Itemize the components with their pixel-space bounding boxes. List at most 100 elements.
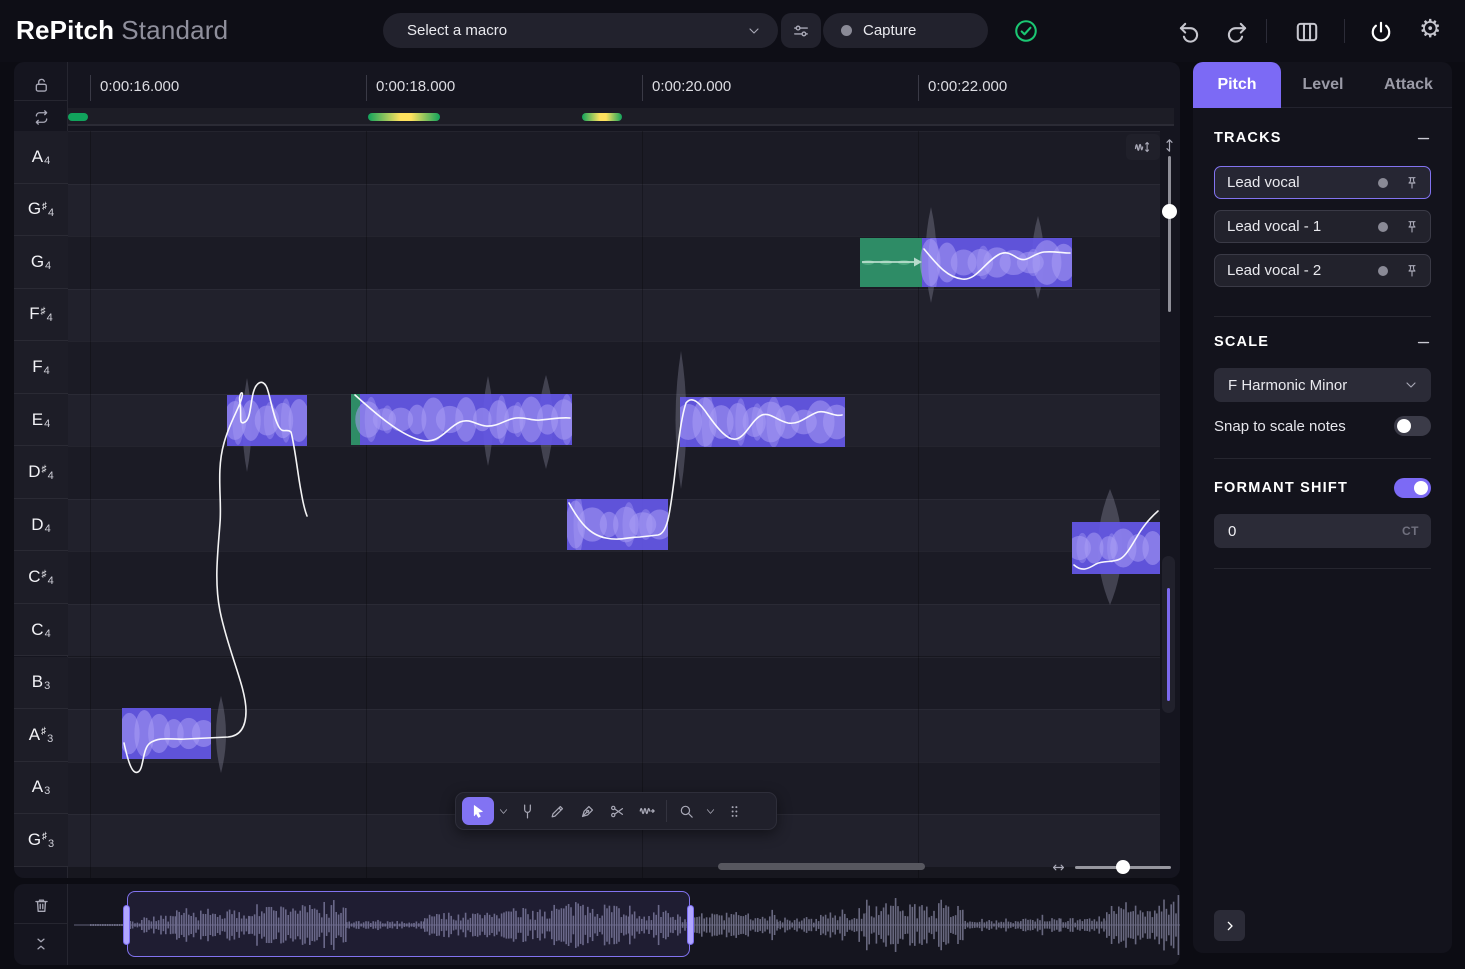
delete-button[interactable] (14, 887, 68, 924)
cursor-tool-options[interactable] (494, 797, 512, 825)
selection-right-handle[interactable] (687, 905, 694, 945)
selection-left-handle[interactable] (123, 905, 130, 945)
panels-layout-icon[interactable] (1294, 19, 1320, 45)
piano-key-B3[interactable]: B3 (14, 657, 68, 710)
tab-attack[interactable]: Attack (1365, 62, 1452, 108)
track-name: Lead vocal - 1 (1227, 218, 1378, 235)
piano-key-A4[interactable]: A4 (14, 131, 68, 184)
capture-button[interactable]: Capture (823, 13, 988, 48)
piano-key-D4[interactable]: D4 (14, 499, 68, 552)
waveform-tool[interactable] (632, 797, 662, 825)
pitch-note-E4[interactable] (224, 395, 310, 446)
redo-icon[interactable] (1224, 19, 1250, 45)
scale-select-value: F Harmonic Minor (1228, 377, 1347, 394)
pitch-note-E4[interactable] (674, 391, 850, 452)
edit-toolbar (455, 792, 777, 830)
ruler-tick (918, 75, 919, 101)
scale-select[interactable]: F Harmonic Minor (1214, 368, 1431, 402)
overview-selection[interactable] (127, 891, 690, 957)
unvoiced-noise-spike (216, 696, 226, 773)
detection-strip (68, 108, 1174, 126)
chevron-right-icon (1222, 918, 1238, 934)
status-check-icon (1013, 18, 1039, 44)
toggle-knob (1414, 481, 1428, 495)
track-item-2[interactable]: Lead vocal - 1 (1214, 210, 1431, 243)
pin-icon (1404, 219, 1420, 235)
track-name: Lead vocal (1227, 174, 1378, 191)
notes-layer[interactable] (68, 131, 1160, 878)
tab-pitch[interactable]: Pitch (1193, 62, 1281, 108)
panel-expand-button[interactable] (1214, 910, 1245, 941)
topbar-divider (1344, 19, 1345, 43)
ruler-timestamp: 0:00:18.000 (376, 78, 455, 95)
zoom-tool[interactable] (671, 797, 701, 825)
horizontal-scrollbar[interactable] (718, 863, 925, 870)
piano-key-Ds4[interactable]: D♯4 (14, 446, 68, 499)
cursor-tool-button[interactable] (462, 797, 494, 825)
v-zoom-icon[interactable] (1161, 136, 1178, 155)
piano-key-As3[interactable]: A♯3 (14, 709, 68, 762)
v-zoom-slider[interactable] (1168, 156, 1171, 312)
topbar-divider (1266, 19, 1267, 43)
macro-edit-button[interactable] (781, 13, 821, 48)
cursor-icon (470, 803, 487, 820)
loop-button[interactable] (14, 102, 68, 133)
scissors-tool[interactable] (602, 797, 632, 825)
track-item-3[interactable]: Lead vocal - 2 (1214, 254, 1431, 287)
vertical-scrollbar[interactable] (1162, 556, 1175, 713)
toolbar-divider (666, 800, 667, 822)
pen-tool[interactable] (572, 797, 602, 825)
macro-select[interactable]: Select a macro (383, 13, 778, 48)
piano-key-Gs4[interactable]: G♯4 (14, 184, 68, 237)
piano-key-Gs3[interactable]: G♯3 (14, 814, 68, 867)
pitch-note-D4[interactable] (566, 495, 673, 555)
piano-key-G4[interactable]: G4 (14, 236, 68, 289)
trash-icon (32, 896, 51, 915)
tuning-fork-tool[interactable] (512, 797, 542, 825)
formant-shift-field[interactable]: 0 CT (1214, 514, 1431, 548)
macro-select-value: Select a macro (407, 22, 507, 39)
collapse-section-icon[interactable] (1416, 131, 1431, 146)
loop-icon (32, 108, 51, 127)
piano-key-Cs4[interactable]: C♯4 (14, 551, 68, 604)
pitch-note-C#4[interactable] (1068, 522, 1160, 574)
piano-key-F4[interactable]: F4 (14, 341, 68, 394)
piano-key-Fs4[interactable]: F♯4 (14, 289, 68, 342)
formant-header: FORMANT SHIFT (1214, 478, 1431, 498)
piano-key-A3[interactable]: A3 (14, 762, 68, 815)
snap-to-scale-label: Snap to scale notes (1214, 418, 1346, 435)
toolbar-drag-handle[interactable] (719, 797, 749, 825)
note-grid[interactable] (68, 131, 1160, 878)
piano-key-C4[interactable]: C4 (14, 604, 68, 657)
collapse-section-icon[interactable] (1416, 335, 1431, 350)
waveform-vzoom-icon (1133, 138, 1153, 156)
v-zoom-thumb[interactable] (1162, 204, 1177, 219)
formant-title: FORMANT SHIFT (1214, 480, 1348, 496)
pencil-tool[interactable] (542, 797, 572, 825)
ruler-tick (90, 75, 91, 101)
formant-toggle[interactable] (1394, 478, 1431, 498)
v-waveform-zoom-button[interactable] (1126, 134, 1160, 160)
ruler-tick (642, 75, 643, 101)
lock-button[interactable] (14, 70, 68, 101)
timeline-ruler[interactable]: 0:00:16.0000:00:18.0000:00:20.0000:00:22… (68, 70, 1180, 106)
track-color-dot (1378, 266, 1388, 276)
note-range-indicator (1167, 588, 1170, 701)
pen-nib-icon (579, 803, 596, 820)
tab-level[interactable]: Level (1281, 62, 1365, 108)
collapse-button[interactable] (14, 925, 68, 962)
settings-gear-icon[interactable]: ⚙ (1419, 14, 1441, 44)
power-icon[interactable] (1368, 19, 1394, 45)
piano-key-E4[interactable]: E4 (14, 394, 68, 447)
pitch-note-A#3[interactable] (119, 708, 215, 759)
panel-tabs: Pitch Level Attack (1193, 62, 1452, 108)
h-zoom-thumb[interactable] (1116, 860, 1130, 874)
topbar: RePitchStandard Select a macro Capture (0, 0, 1465, 62)
audio-overview (14, 884, 1180, 965)
undo-icon[interactable] (1176, 19, 1202, 45)
formant-shift-unit: CT (1402, 524, 1419, 538)
track-item-1[interactable]: Lead vocal (1214, 166, 1431, 199)
pin-icon (1404, 175, 1420, 191)
snap-to-scale-toggle[interactable] (1394, 416, 1431, 436)
zoom-tool-options[interactable] (701, 797, 719, 825)
